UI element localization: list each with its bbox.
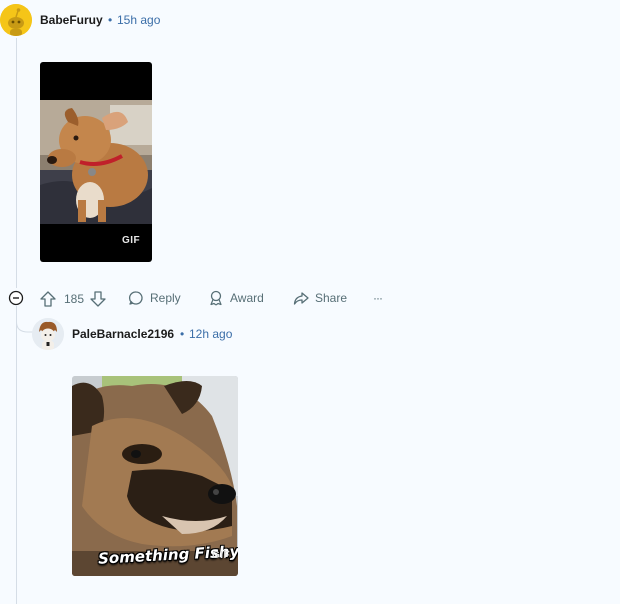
dog-gif-image (40, 100, 152, 224)
minus-circle-icon (8, 290, 24, 306)
meta-separator: • (180, 327, 185, 341)
username[interactable]: BabeFuruy (40, 13, 103, 27)
upvote-arrow-icon (40, 291, 56, 307)
vote-count: 185 (64, 292, 85, 306)
award-label: Award (230, 291, 264, 305)
award-button[interactable]: Award (208, 290, 264, 306)
gif-badge: GIF (212, 550, 231, 561)
downvote-arrow-icon (90, 291, 106, 307)
reply-label: Reply (150, 291, 181, 305)
upvote-button[interactable] (39, 290, 57, 308)
thread-line-main (16, 38, 17, 288)
award-icon (210, 290, 222, 306)
reply-button[interactable]: Reply (128, 290, 181, 306)
gif-badge: GIF (122, 235, 141, 246)
comment-gif[interactable]: GIF (40, 62, 152, 262)
timestamp[interactable]: 12h ago (189, 327, 232, 341)
comment-gif[interactable]: Something Fishy GIF (72, 376, 238, 576)
comment-bubble-icon (128, 291, 143, 305)
username[interactable]: PaleBarnacle2196 (72, 327, 174, 341)
user-avatar-icon (32, 318, 64, 350)
share-arrow-icon (293, 292, 309, 305)
downvote-button[interactable] (89, 290, 107, 308)
snoo-avatar-icon (0, 4, 32, 36)
collapse-thread-button[interactable] (8, 290, 24, 306)
thread-line-reply (16, 308, 17, 604)
avatar[interactable] (0, 4, 32, 36)
share-button[interactable]: Share (293, 290, 347, 306)
meta-separator: • (108, 13, 113, 27)
timestamp[interactable]: 15h ago (117, 13, 160, 27)
avatar[interactable] (32, 318, 64, 350)
more-options-button[interactable]: ··· (373, 291, 383, 305)
share-label: Share (315, 291, 348, 305)
